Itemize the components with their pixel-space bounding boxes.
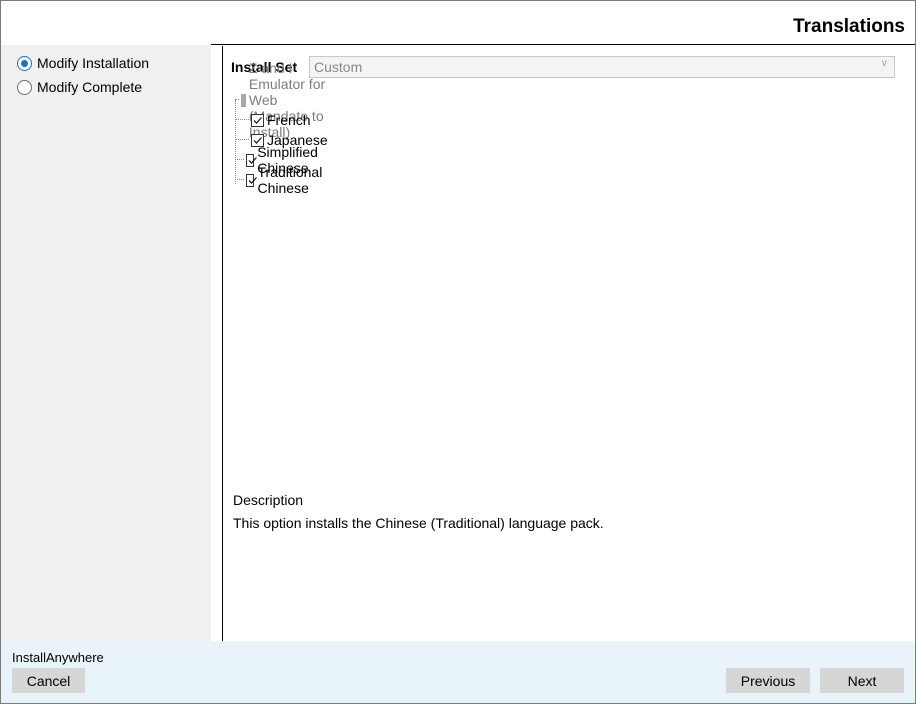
tree-item-traditional-chinese[interactable]: Traditional Chinese: [235, 164, 332, 196]
checkmark-icon: [248, 176, 257, 184]
cancel-button[interactable]: Cancel: [12, 668, 85, 693]
main-panel: Install Set Custom ∨ Z and I Emulator fo…: [222, 46, 905, 641]
installer-brand: InstallAnywhere: [12, 650, 104, 665]
checkbox-checked[interactable]: [245, 153, 257, 167]
radio-button[interactable]: [17, 79, 32, 95]
tree-item-label: French: [267, 112, 311, 128]
tree-item-label: Traditional Chinese: [257, 164, 323, 196]
description-text: This option installs the Chinese (Tradit…: [233, 515, 604, 531]
install-set-dropdown[interactable]: Custom ∨: [309, 56, 895, 78]
left-panel: Modify Installation Modify Complete: [1, 45, 211, 641]
option-modify-installation[interactable]: Modify Installation: [17, 54, 149, 72]
radio-button-selected[interactable]: [17, 55, 32, 71]
previous-button[interactable]: Previous: [726, 668, 810, 693]
option-label: Modify Complete: [37, 79, 143, 95]
title-bar: Translations: [1, 1, 915, 43]
option-label: Modify Installation: [37, 55, 150, 71]
checkbox-checked[interactable]: [251, 113, 264, 127]
option-modify-complete[interactable]: Modify Complete: [17, 78, 142, 96]
chevron-down-icon: ∨: [880, 58, 888, 69]
disabled-checkbox: [240, 93, 246, 107]
page-title: Translations: [793, 16, 905, 37]
checkbox-checked[interactable]: [245, 173, 257, 187]
checkmark-icon: [248, 156, 257, 164]
tree-item-emulator: Z and I Emulator for Web (Mandate to Ins…: [235, 60, 326, 140]
footer-bar: InstallAnywhere Cancel Previous Next: [1, 641, 915, 703]
tree-item-french[interactable]: French: [235, 111, 311, 129]
installer-window: Translations Modify Installation Modify …: [0, 0, 916, 704]
description-heading: Description: [233, 492, 304, 508]
title-divider: [211, 44, 915, 45]
next-button[interactable]: Next: [820, 668, 904, 693]
checkmark-icon: [253, 116, 262, 124]
